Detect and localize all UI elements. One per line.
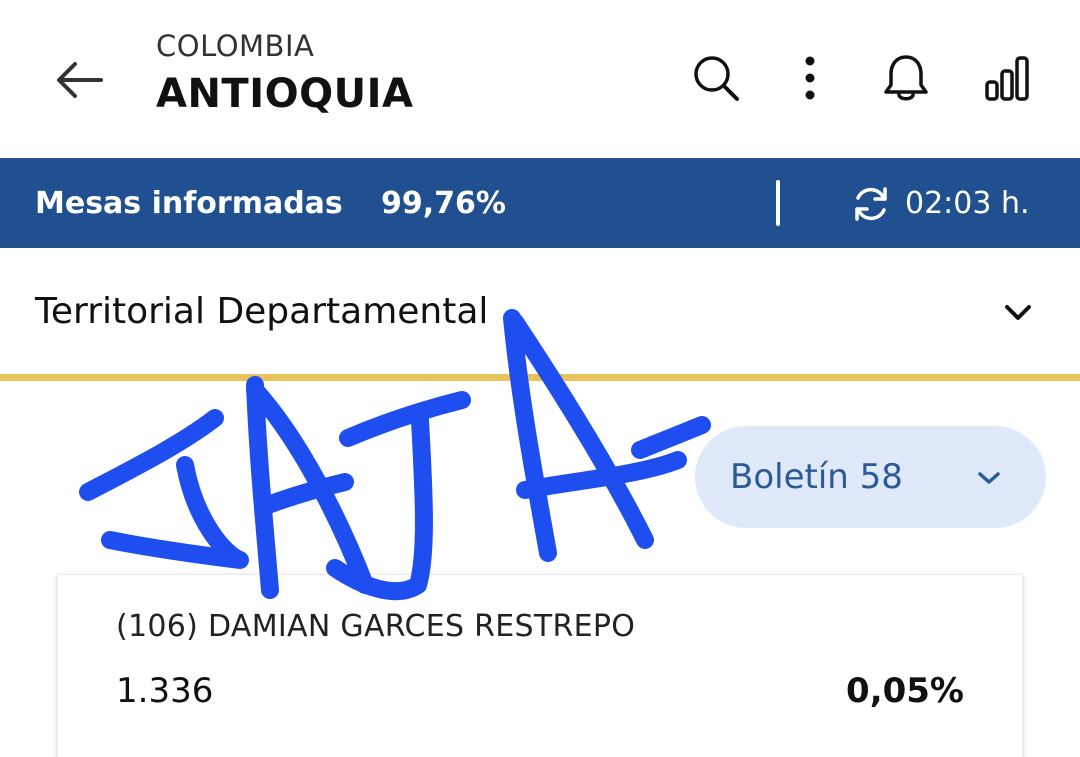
tables-reported-label: Mesas informadas [35, 186, 343, 221]
chevron-down-icon [973, 462, 1005, 494]
candidate-name: (106) DAMIAN GARCES RESTREPO [116, 609, 636, 644]
election-type-dropdown[interactable]: Territorial Departamental [0, 248, 1080, 374]
tables-reported-value: 99,76% [381, 186, 506, 221]
search-button[interactable] [688, 52, 744, 108]
refresh-icon[interactable] [850, 183, 892, 225]
bulletin-label: Boletín 58 [730, 457, 903, 497]
back-button[interactable] [46, 50, 110, 114]
last-update-time: 02:03 h. [905, 186, 1030, 221]
signal-bars-icon [984, 54, 1032, 106]
candidate-votes: 1.336 [116, 671, 214, 711]
accent-divider [0, 374, 1080, 381]
app-header: COLOMBIA ANTIOQUIA [0, 0, 1080, 158]
chevron-down-icon [998, 293, 1038, 333]
arrow-left-icon [53, 60, 103, 104]
search-icon [691, 53, 741, 107]
notifications-button[interactable] [878, 52, 934, 108]
more-options-button[interactable] [782, 52, 838, 108]
title-block: COLOMBIA ANTIOQUIA [156, 28, 413, 120]
more-vertical-icon [803, 55, 817, 105]
status-bar: Mesas informadas 99,76% 02:03 h. [0, 158, 1080, 248]
results-screen: COLOMBIA ANTIOQUIA Mesas informadas 99,7… [0, 0, 1080, 757]
election-type-label: Territorial Departamental [35, 291, 489, 332]
candidate-card: (106) DAMIAN GARCES RESTREPO 1.336 0,05% [58, 575, 1022, 757]
candidate-percentage: 0,05% [846, 671, 964, 711]
country-label: COLOMBIA [156, 29, 315, 63]
bulletin-selector[interactable]: Boletín 58 [695, 426, 1046, 528]
region-title: ANTIOQUIA [156, 71, 414, 117]
status-divider [776, 180, 780, 226]
stats-button[interactable] [980, 52, 1036, 108]
bell-icon [882, 53, 930, 107]
